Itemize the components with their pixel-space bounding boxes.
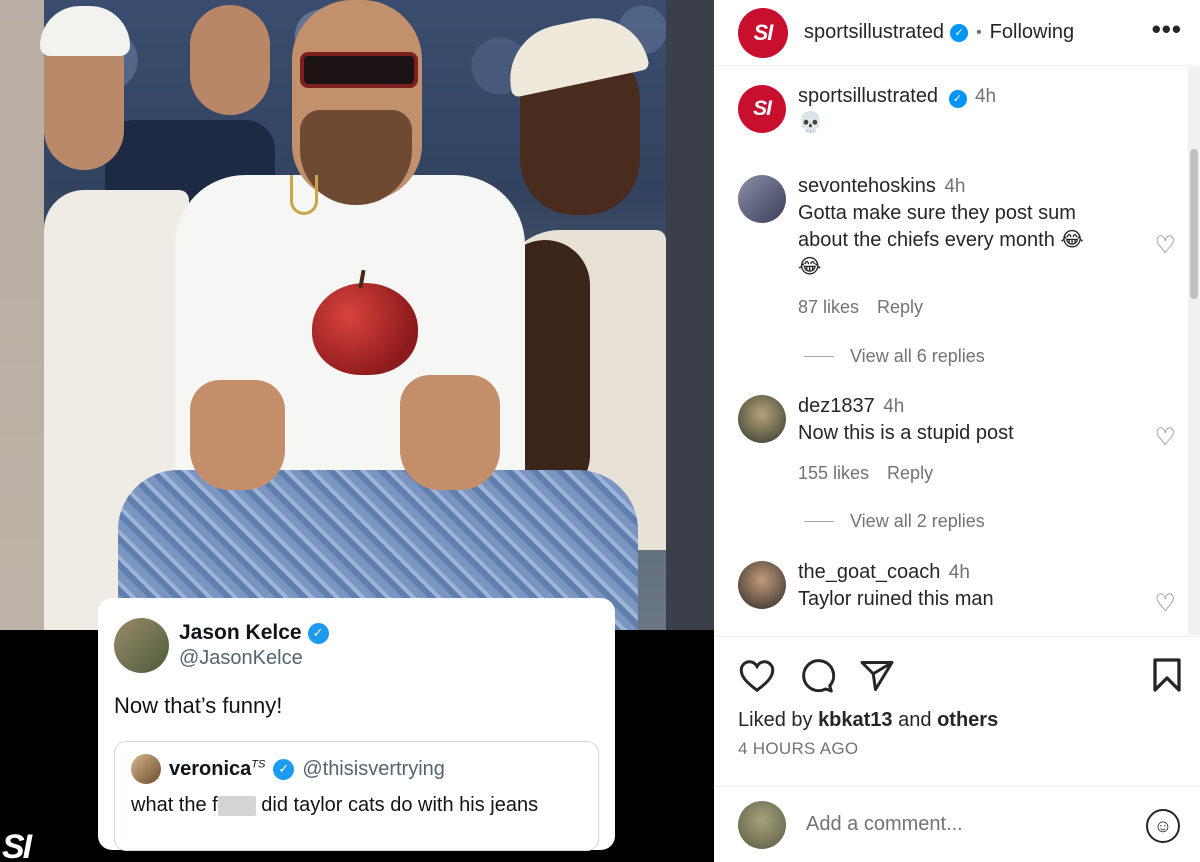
more-options-icon[interactable]: ••• bbox=[1152, 14, 1182, 45]
view-replies-label: View all 6 replies bbox=[850, 346, 985, 366]
comment-username[interactable]: the_goat_coach bbox=[798, 561, 940, 583]
tweet-avatar bbox=[114, 618, 169, 673]
caption-avatar[interactable]: SI bbox=[738, 85, 786, 133]
hand-left bbox=[190, 380, 285, 490]
comment-item: the_goat_coach 4h Taylor ruined this man… bbox=[738, 561, 1178, 635]
sunglasses bbox=[300, 52, 418, 88]
liked-by-text: Liked by kbkat13 and others bbox=[738, 709, 999, 731]
caption-time: 4h bbox=[974, 86, 997, 107]
hand-right bbox=[400, 375, 500, 490]
share-send-icon[interactable] bbox=[858, 657, 896, 695]
tweet-author-handle: @JasonKelce bbox=[179, 647, 303, 670]
post-media[interactable]: Jason Kelce ✓ @JasonKelce Now that’s fun… bbox=[0, 0, 714, 862]
commenter-avatar[interactable] bbox=[738, 395, 786, 443]
post-actions: Liked by kbkat13 and others 4 HOURS AGO bbox=[714, 636, 1200, 786]
quote-author-name: veronicaTS bbox=[169, 757, 266, 780]
commenter-avatar[interactable] bbox=[738, 175, 786, 223]
post-header: SI sportsillustrated ✓ • Following ••• bbox=[714, 0, 1200, 66]
post-timestamp: 4 HOURS AGO bbox=[738, 739, 859, 758]
tweet-text: Now that’s funny! bbox=[114, 693, 283, 718]
comment-input[interactable] bbox=[806, 813, 1136, 836]
photo-edge-right bbox=[666, 0, 714, 630]
comment-likes[interactable]: 155 likes bbox=[798, 463, 869, 483]
follow-button[interactable]: Following bbox=[990, 21, 1074, 44]
replies-line bbox=[804, 521, 834, 522]
separator-dot: • bbox=[976, 23, 982, 41]
tweet-author-name: Jason Kelce bbox=[179, 620, 302, 644]
commenter-avatar[interactable] bbox=[738, 561, 786, 609]
replies-line bbox=[804, 356, 834, 357]
scrollbar-thumb[interactable] bbox=[1190, 149, 1198, 299]
heart-icon[interactable]: ♡ bbox=[1154, 589, 1176, 618]
like-heart-icon[interactable] bbox=[738, 657, 776, 695]
post-photo bbox=[0, 0, 714, 630]
apple-print bbox=[312, 283, 418, 375]
comment-text: Taylor ruined this man bbox=[798, 588, 994, 610]
reply-button[interactable]: Reply bbox=[887, 463, 933, 483]
liked-by-user[interactable]: kbkat13 bbox=[818, 709, 893, 731]
caption: SI sportsillustrated ✓ 4h 💀 bbox=[738, 85, 1178, 145]
add-comment-bar: ☺ bbox=[714, 786, 1200, 862]
photo-edge-left bbox=[0, 0, 44, 630]
caption-username[interactable]: sportsillustrated bbox=[798, 85, 938, 107]
caption-text: 💀 bbox=[798, 112, 823, 134]
view-replies-button[interactable]: View all 6 replies bbox=[804, 346, 985, 367]
quote-avatar bbox=[131, 754, 161, 784]
comment-bubble-icon[interactable] bbox=[798, 657, 836, 695]
post-sidebar: SI sportsillustrated ✓ • Following ••• S… bbox=[714, 0, 1200, 862]
account-username[interactable]: sportsillustrated bbox=[804, 21, 944, 44]
necklace bbox=[290, 175, 318, 215]
comment-time: 4h bbox=[883, 396, 905, 417]
si-watermark: SI bbox=[2, 828, 32, 862]
bookmark-icon[interactable] bbox=[1150, 657, 1188, 695]
verified-icon: ✓ bbox=[950, 23, 969, 42]
comments-scrollbar[interactable] bbox=[1188, 67, 1200, 635]
view-replies-button[interactable]: View all 2 replies bbox=[804, 511, 985, 532]
current-user-avatar bbox=[738, 800, 786, 849]
comment-item: sevontehoskins 4h Gotta make sure they p… bbox=[738, 175, 1178, 325]
quote-author-handle: @thisisvertrying bbox=[302, 757, 445, 780]
verified-icon: ✓ bbox=[948, 89, 967, 108]
comment-time: 4h bbox=[944, 176, 966, 197]
comments-list[interactable]: SI sportsillustrated ✓ 4h 💀 sevontehoski… bbox=[714, 67, 1200, 635]
liked-by-others[interactable]: others bbox=[937, 709, 998, 731]
quoted-tweet: veronicaTS ✓ @thisisvertrying what the f… bbox=[114, 741, 599, 851]
verified-icon: ✓ bbox=[307, 622, 329, 644]
comment-username[interactable]: sevontehoskins bbox=[798, 175, 936, 197]
comment-likes[interactable]: 87 likes bbox=[798, 297, 859, 317]
background-fan-head bbox=[190, 5, 270, 115]
embedded-tweet: Jason Kelce ✓ @JasonKelce Now that’s fun… bbox=[98, 598, 615, 851]
verified-icon: ✓ bbox=[273, 758, 295, 780]
comment-time: 4h bbox=[948, 562, 970, 583]
quote-text: what the f did taylor cats do with his j… bbox=[131, 794, 539, 816]
comment-text: Gotta make sure they post sum about the … bbox=[798, 202, 1084, 278]
account-avatar[interactable]: SI bbox=[738, 7, 788, 58]
emoji-icon[interactable]: ☺ bbox=[1146, 809, 1180, 843]
comment-text: Now this is a stupid post bbox=[798, 422, 1014, 444]
reply-button[interactable]: Reply bbox=[877, 297, 923, 317]
comment-item: dez1837 4h Now this is a stupid post 155… bbox=[738, 395, 1178, 495]
censor-blur bbox=[217, 795, 256, 816]
comment-username[interactable]: dez1837 bbox=[798, 395, 875, 417]
view-replies-label: View all 2 replies bbox=[850, 511, 985, 531]
heart-icon[interactable]: ♡ bbox=[1154, 423, 1176, 452]
heart-icon[interactable]: ♡ bbox=[1154, 231, 1176, 260]
